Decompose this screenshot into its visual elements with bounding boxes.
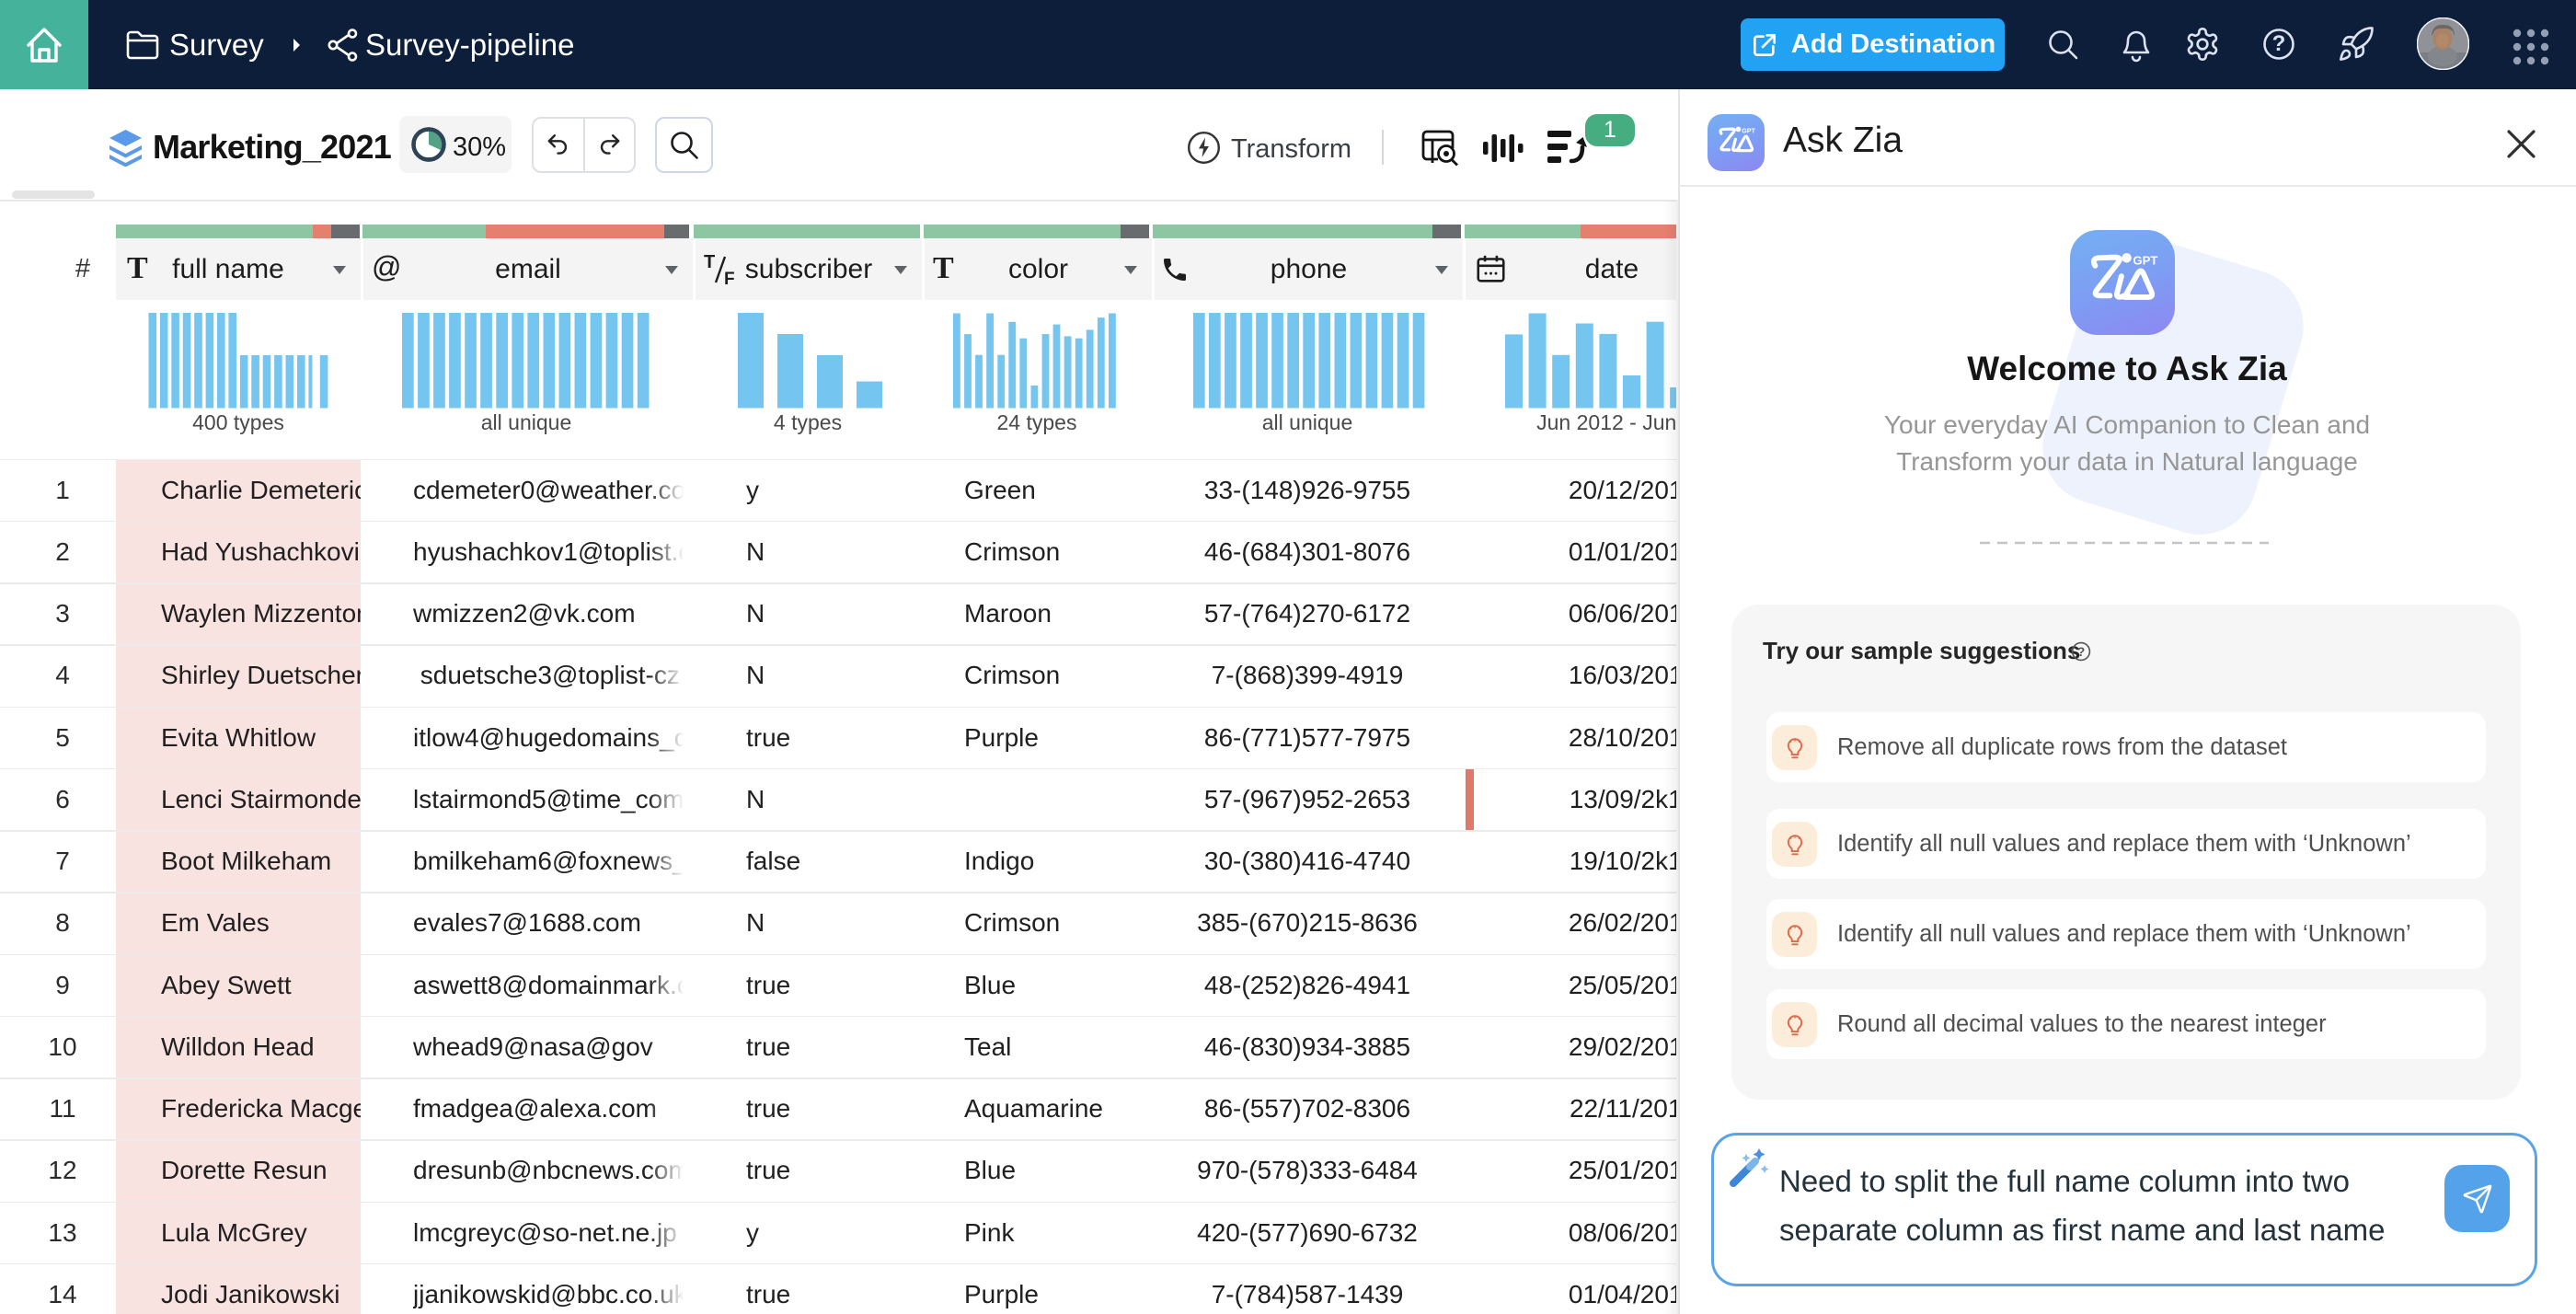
svg-text:GPT: GPT [2133, 254, 2157, 268]
svg-text:GPT: GPT [1742, 127, 1755, 134]
svg-text:T: T [704, 252, 715, 272]
svg-text:F: F [724, 270, 735, 288]
